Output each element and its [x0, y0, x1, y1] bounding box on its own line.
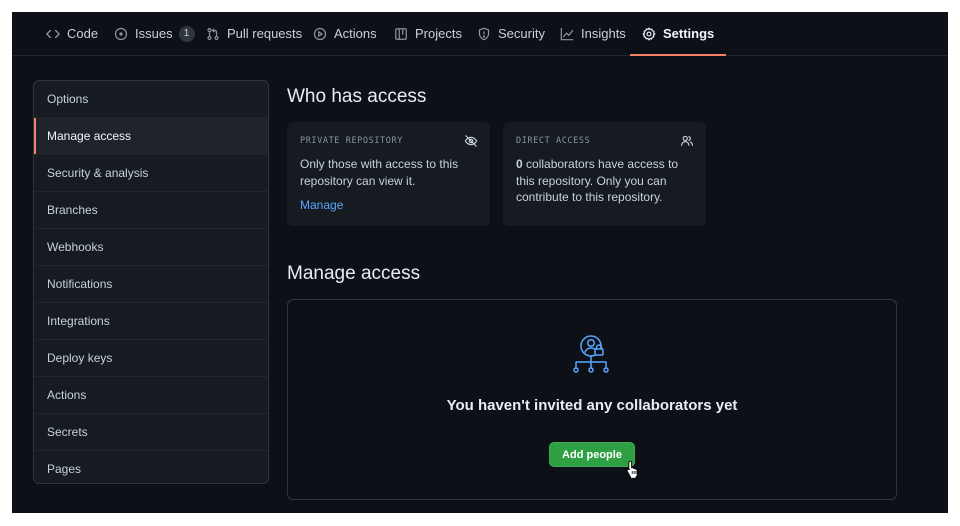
sidebar-item-notifications[interactable]: Notifications — [34, 265, 268, 302]
sidebar-item-label: Webhooks — [47, 240, 104, 254]
sidebar-item-label: Branches — [47, 203, 98, 217]
git-pull-request-icon — [206, 27, 227, 41]
sidebar-item-label: Integrations — [47, 314, 110, 328]
tab-code[interactable]: Code — [46, 12, 98, 55]
app-window: Code Issues 1 Pull requests Actions Proj… — [12, 12, 948, 513]
empty-state-title: You haven't invited any collaborators ye… — [446, 397, 738, 414]
manage-access-heading: Manage access — [287, 263, 421, 284]
tab-settings[interactable]: Settings — [630, 12, 727, 56]
who-has-access-heading: Who has access — [287, 86, 427, 107]
direct-access-card: DIRECT ACCESS 0 collaborators have acces… — [503, 122, 706, 226]
collaborators-empty-state: You haven't invited any collaborators ye… — [287, 299, 897, 500]
sidebar-item-label: Manage access — [47, 129, 132, 143]
sidebar-item-label: Actions — [47, 388, 87, 402]
sidebar-item-integrations[interactable]: Integrations — [34, 302, 268, 339]
hand-pointer-icon — [626, 460, 640, 479]
eye-closed-icon — [464, 134, 478, 148]
sidebar-item-label: Pages — [47, 462, 82, 476]
tab-label: Projects — [415, 26, 462, 41]
tab-pull-requests[interactable]: Pull requests — [206, 12, 302, 55]
tab-label: Actions — [334, 26, 377, 41]
sidebar-item-deploy-keys[interactable]: Deploy keys — [34, 339, 268, 376]
manage-link[interactable]: Manage — [300, 198, 343, 212]
sidebar-item-label: Options — [47, 92, 89, 106]
active-tab-underline — [630, 54, 727, 56]
sidebar-item-pages[interactable]: Pages — [34, 450, 268, 483]
issue-opened-icon — [114, 27, 135, 41]
organization-lock-icon — [571, 334, 613, 376]
sidebar-item-branches[interactable]: Branches — [34, 191, 268, 228]
sidebar-item-security-analysis[interactable]: Security & analysis — [34, 154, 268, 191]
sidebar-item-label: Secrets — [47, 425, 88, 439]
tab-label: Code — [67, 26, 99, 41]
card-description: Only those with access to this repositor… — [300, 157, 459, 188]
code-icon — [46, 27, 67, 41]
tab-insights[interactable]: Insights — [560, 12, 626, 55]
graph-icon — [560, 27, 581, 41]
gear-icon — [642, 27, 663, 41]
people-icon — [680, 134, 694, 148]
sidebar-item-label: Security & analysis — [47, 166, 149, 180]
card-label: PRIVATE REPOSITORY — [300, 136, 403, 146]
card-description: 0 collaborators have access to this repo… — [516, 156, 696, 206]
sidebar-item-label: Deploy keys — [47, 351, 113, 365]
sidebar-item-webhooks[interactable]: Webhooks — [34, 228, 268, 265]
collaborator-text: collaborators have access to this reposi… — [516, 157, 679, 204]
issues-count-badge: 1 — [178, 25, 195, 42]
collaborator-count: 0 — [516, 157, 523, 171]
sidebar-item-secrets[interactable]: Secrets — [34, 413, 268, 450]
tab-security[interactable]: Security — [477, 12, 545, 55]
private-repository-card: PRIVATE REPOSITORY Only those with acces… — [287, 122, 490, 226]
sidebar-item-manage-access[interactable]: Manage access — [34, 117, 268, 154]
tab-label: Issues — [135, 26, 173, 41]
play-icon — [313, 27, 334, 41]
repo-nav: Code Issues 1 Pull requests Actions Proj… — [12, 12, 948, 56]
card-label: DIRECT ACCESS — [516, 136, 591, 146]
add-people-button[interactable]: Add people — [549, 442, 635, 467]
tab-label: Insights — [581, 26, 626, 41]
tab-actions[interactable]: Actions — [313, 12, 377, 55]
sidebar-item-options[interactable]: Options — [34, 81, 268, 117]
tab-projects[interactable]: Projects — [394, 12, 462, 55]
sidebar-item-label: Notifications — [47, 277, 113, 291]
tab-label: Pull requests — [227, 26, 303, 41]
table-icon — [394, 27, 415, 41]
shield-icon — [477, 27, 498, 41]
settings-sidebar: Options Manage access Security & analysi… — [33, 80, 269, 484]
tab-issues[interactable]: Issues 1 — [114, 12, 195, 55]
sidebar-item-actions[interactable]: Actions — [34, 376, 268, 413]
tab-label: Settings — [663, 26, 715, 41]
tab-label: Security — [498, 26, 545, 41]
